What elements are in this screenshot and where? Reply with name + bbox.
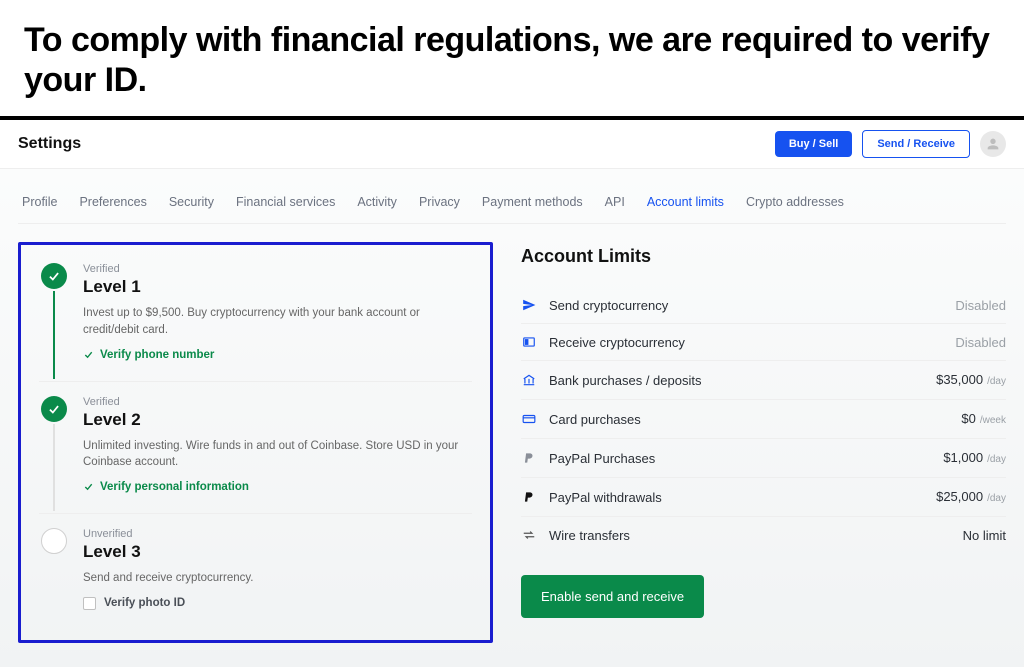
verify-personal-info-step: Verify personal information [83, 481, 472, 493]
limit-label: Bank purchases / deposits [549, 373, 924, 388]
account-limits-panel: Account Limits Send cryptocurrency Disab… [521, 242, 1006, 642]
hero-title: To comply with financial regulations, we… [24, 20, 1000, 100]
level-divider [39, 381, 472, 382]
check-icon [83, 349, 94, 360]
limit-row-wire: Wire transfers No limit [521, 517, 1006, 553]
limit-value: No limit [963, 528, 1006, 543]
level-desc: Unlimited investing. Wire funds in and o… [83, 438, 472, 471]
page-title: Settings [18, 135, 81, 153]
hero-banner: To comply with financial regulations, we… [0, 0, 1024, 116]
check-circle-icon [41, 263, 67, 289]
user-icon [985, 136, 1001, 152]
page-body: Profile Preferences Security Financial s… [0, 169, 1024, 666]
verify-photo-id-step[interactable]: Verify photo ID [83, 597, 472, 610]
limit-label: Receive cryptocurrency [549, 335, 943, 350]
verify-step-label: Verify personal information [100, 481, 249, 493]
verify-phone-step: Verify phone number [83, 349, 472, 361]
limit-row-paypal-purchases: PayPal Purchases $1,000/day [521, 439, 1006, 478]
connector-line [53, 291, 55, 378]
receive-icon [521, 334, 537, 350]
checkbox-icon[interactable] [83, 597, 96, 610]
verify-step-label: Verify photo ID [104, 597, 185, 609]
tab-crypto-addresses[interactable]: Crypto addresses [746, 195, 844, 209]
level-status: Unverified [83, 528, 472, 540]
wire-icon [521, 527, 537, 543]
level-status: Verified [83, 396, 472, 408]
limit-row-send: Send cryptocurrency Disabled [521, 287, 1006, 324]
connector-line [53, 424, 55, 511]
limit-value: $0 [961, 411, 975, 426]
limit-period: /week [980, 415, 1006, 426]
level-title: Level 2 [83, 410, 472, 430]
send-receive-button[interactable]: Send / Receive [862, 130, 970, 158]
limit-row-card: Card purchases $0/week [521, 400, 1006, 439]
limit-label: Card purchases [549, 412, 949, 427]
settings-tabs: Profile Preferences Security Financial s… [18, 187, 1006, 224]
limit-value: Disabled [955, 335, 1006, 350]
empty-circle-icon [41, 528, 67, 554]
limit-row-receive: Receive cryptocurrency Disabled [521, 324, 1006, 361]
verify-step-label: Verify phone number [100, 349, 214, 361]
limit-value: Disabled [955, 298, 1006, 313]
level-desc: Send and receive cryptocurrency. [83, 570, 472, 587]
level-title: Level 3 [83, 542, 472, 562]
limit-row-bank: Bank purchases / deposits $35,000/day [521, 361, 1006, 400]
topbar: Settings Buy / Sell Send / Receive [0, 120, 1024, 169]
limit-period: /day [987, 493, 1006, 504]
enable-send-receive-button[interactable]: Enable send and receive [521, 575, 704, 618]
limit-period: /day [987, 454, 1006, 465]
limit-label: Send cryptocurrency [549, 298, 943, 313]
check-circle-icon [41, 396, 67, 422]
limit-label: Wire transfers [549, 528, 951, 543]
buy-sell-button[interactable]: Buy / Sell [775, 131, 853, 157]
account-limits-title: Account Limits [521, 246, 1006, 267]
level-divider [39, 513, 472, 514]
paypal-bold-icon [521, 489, 537, 505]
tab-profile[interactable]: Profile [22, 195, 57, 209]
limit-label: PayPal withdrawals [549, 490, 924, 505]
level-1-row: Verified Level 1 Invest up to $9,500. Bu… [39, 263, 472, 380]
tab-activity[interactable]: Activity [357, 195, 397, 209]
tab-financial-services[interactable]: Financial services [236, 195, 335, 209]
limit-period: /day [987, 376, 1006, 387]
card-icon [521, 411, 537, 427]
avatar[interactable] [980, 131, 1006, 157]
level-2-row: Verified Level 2 Unlimited investing. Wi… [39, 396, 472, 513]
send-icon [521, 297, 537, 313]
tab-account-limits[interactable]: Account limits [647, 195, 724, 209]
tab-api[interactable]: API [605, 195, 625, 209]
limit-value: $1,000 [943, 450, 983, 465]
level-desc: Invest up to $9,500. Buy cryptocurrency … [83, 305, 472, 338]
tab-security[interactable]: Security [169, 195, 214, 209]
limit-value: $35,000 [936, 372, 983, 387]
bank-icon [521, 372, 537, 388]
level-status: Verified [83, 263, 472, 275]
level-3-row: Unverified Level 3 Send and receive cryp… [39, 528, 472, 614]
verification-levels-panel: Verified Level 1 Invest up to $9,500. Bu… [18, 242, 493, 642]
tab-preferences[interactable]: Preferences [79, 195, 146, 209]
limits-list: Send cryptocurrency Disabled Receive cry… [521, 287, 1006, 553]
tab-payment-methods[interactable]: Payment methods [482, 195, 583, 209]
level-title: Level 1 [83, 277, 472, 297]
paypal-icon [521, 450, 537, 466]
limit-value: $25,000 [936, 489, 983, 504]
check-icon [83, 481, 94, 492]
limit-row-paypal-withdrawals: PayPal withdrawals $25,000/day [521, 478, 1006, 517]
tab-privacy[interactable]: Privacy [419, 195, 460, 209]
limit-label: PayPal Purchases [549, 451, 931, 466]
